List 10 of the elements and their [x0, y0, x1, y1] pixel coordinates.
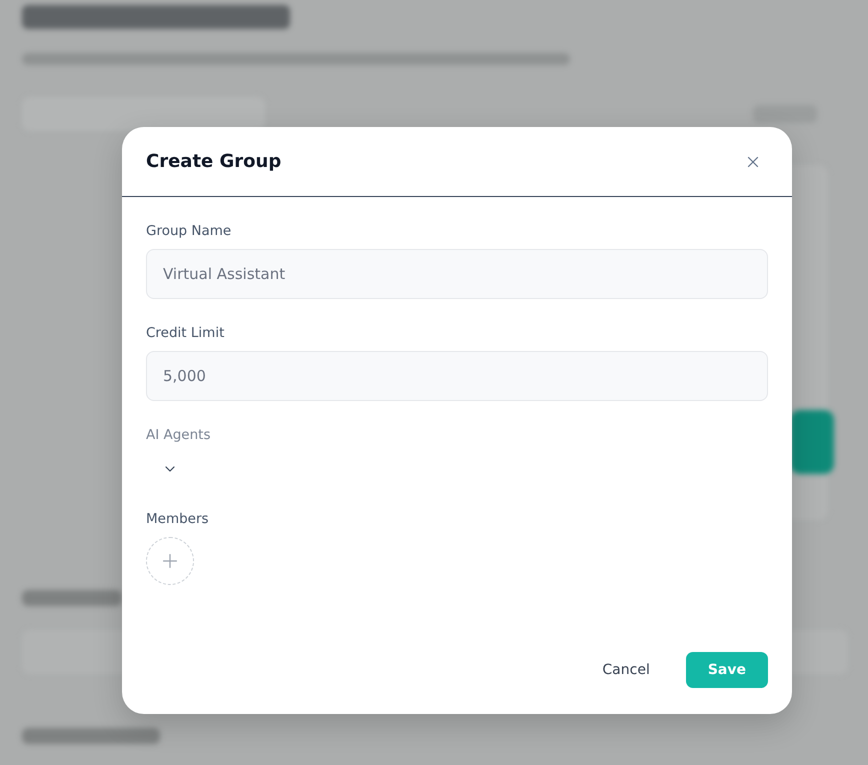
cancel-button[interactable]: Cancel	[586, 652, 666, 688]
dialog-title: Create Group	[146, 151, 282, 172]
field-label: Credit Limit	[146, 324, 224, 343]
text-input[interactable]: 5,000	[146, 351, 768, 401]
field-label: AI Agents	[146, 426, 211, 445]
save-button[interactable]: Save	[686, 652, 768, 688]
field-label: Members	[146, 510, 209, 529]
text-input[interactable]: Virtual Assistant	[146, 249, 768, 299]
field-label: Group Name	[146, 222, 232, 241]
blurred-button-drawing	[790, 410, 834, 474]
